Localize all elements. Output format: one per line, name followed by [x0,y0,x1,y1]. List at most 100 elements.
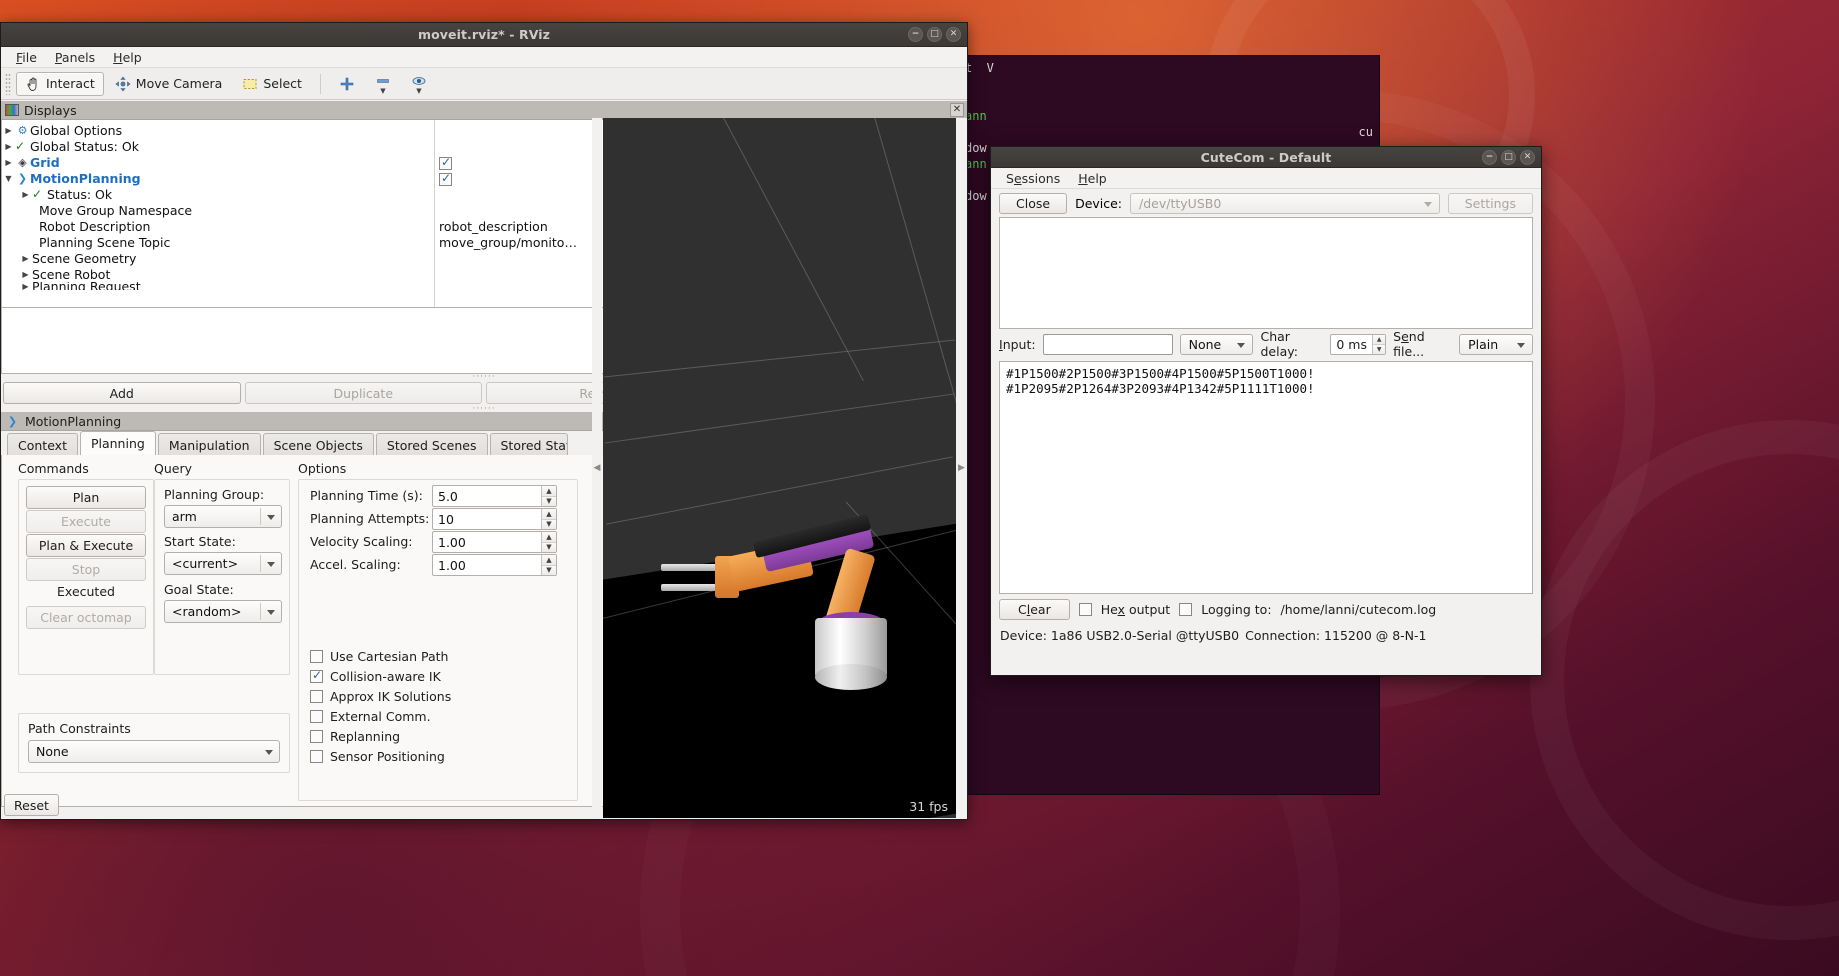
path-constraints-select[interactable]: None [28,740,280,763]
replanning-row[interactable]: Replanning [310,726,451,746]
toolbar-grip[interactable] [5,72,11,95]
cutecom-menubar[interactable]: Sessions Help [991,168,1541,189]
tab-stored-scenes[interactable]: Stored Scenes [375,433,488,455]
move-camera-tool-button[interactable]: Move Camera [106,72,232,96]
tab-manipulation[interactable]: Manipulation [157,433,261,455]
chevron-down-icon[interactable] [267,610,275,615]
close-session-button[interactable]: Close [999,192,1068,214]
duplicate-display-button[interactable]: Duplicate [244,382,482,404]
rviz-menubar[interactable]: File Panels Help [1,47,967,68]
chevron-down-icon[interactable] [267,562,275,567]
add-tool-button[interactable] [330,72,364,96]
tab-scene-objects[interactable]: Scene Objects [262,433,374,455]
menu-help[interactable]: Help [1069,169,1116,188]
chevron-right-icon[interactable]: ▶ [19,270,32,279]
accel-scaling-spinbox[interactable]: 1.00 ▲ ▼ [432,554,557,576]
send-format-select[interactable]: Plain [1459,333,1533,355]
chevron-right-icon[interactable]: ▶ [2,126,15,135]
chevron-right-icon[interactable]: ▶ [2,158,15,167]
minimize-icon[interactable]: − [1482,150,1497,165]
stop-button[interactable]: Stop [26,558,146,581]
chevron-down-icon[interactable] [267,515,275,520]
plan-button[interactable]: Plan [26,486,146,509]
planning-group-select[interactable]: arm [164,505,282,528]
spinner-up-icon[interactable]: ▲ [542,509,556,520]
chevron-down-icon[interactable]: ▼ [2,174,15,183]
planning-time-spinbox[interactable]: 5.0 ▲ ▼ [432,485,557,507]
external-comm-checkbox[interactable] [310,709,323,723]
approx-ik-solutions-checkbox[interactable] [310,689,323,703]
spinner-up-icon[interactable]: ▲ [542,555,556,566]
focus-camera-button[interactable]: ▼ [402,69,436,99]
close-icon[interactable]: ✕ [950,103,964,117]
velocity-scaling-spinbox[interactable]: 1.00 ▲ ▼ [432,531,557,553]
tab-stored-states[interactable]: Stored States [489,433,568,455]
start-state-select[interactable]: <current> [164,552,282,575]
spinner-down-icon[interactable]: ▼ [542,496,556,506]
tab-planning[interactable]: Planning [79,431,156,455]
rviz-window[interactable]: moveit.rviz* - RViz − □ ✕ File Panels He… [0,22,968,820]
spinner-down-icon[interactable]: ▼ [542,542,556,552]
replanning-checkbox[interactable] [310,729,323,743]
collision-aware-ik-row[interactable]: Collision-aware IK [310,666,451,686]
external-comm-row[interactable]: External Comm. [310,706,451,726]
chevron-down-icon[interactable] [1423,201,1432,207]
tab-context[interactable]: Context [7,433,78,455]
spinner-down-icon[interactable]: ▼ [1373,344,1386,354]
execute-button[interactable]: Execute [26,510,146,533]
clear-button[interactable]: Cl ear [999,598,1070,620]
serial-input-field[interactable] [1042,333,1173,355]
maximize-icon[interactable]: □ [927,27,942,42]
chevron-down-icon[interactable] [1516,342,1525,348]
add-display-button[interactable]: Add [3,382,241,404]
maximize-icon[interactable]: □ [1501,150,1516,165]
menu-file[interactable]: File [7,48,46,67]
spinner-buttons[interactable]: ▲ ▼ [541,509,556,529]
hex-output-checkbox[interactable] [1078,602,1092,616]
use-cartesian-path-checkbox[interactable] [310,649,323,663]
line-ending-select[interactable]: None [1179,333,1254,355]
rviz-3d-view[interactable]: 31 fps [603,118,956,818]
sensor-positioning-checkbox[interactable] [310,749,323,763]
cutecom-window[interactable]: CuteCom - Default − □ ✕ Sessions Help Cl… [990,146,1542,676]
serial-log-area[interactable]: #1P1500#2P1500#3P1500#4P1500#5P1500T1000… [999,361,1533,594]
approx-ik-solutions-row[interactable]: Approx IK Solutions [310,686,451,706]
right-splitter[interactable]: ▶ [956,118,967,818]
spinner-buttons[interactable]: ▲ ▼ [541,555,556,575]
left-splitter[interactable]: ◀ [592,118,602,818]
sensor-positioning-row[interactable]: Sensor Positioning [310,746,451,766]
clear-octomap-button[interactable]: Clear octomap [26,606,146,629]
chevron-right-icon[interactable]: ▶ [19,190,32,199]
spinner-buttons[interactable]: ▲ ▼ [1372,334,1386,354]
settings-button[interactable]: Settings [1447,192,1533,214]
spinner-down-icon[interactable]: ▼ [542,519,556,529]
chevron-down-icon[interactable]: ▼ [416,87,421,95]
remove-tool-button[interactable]: ▼ [366,69,400,99]
use-cartesian-path-row[interactable]: Use Cartesian Path [310,646,451,666]
serial-output-area[interactable] [999,217,1533,329]
chevron-right-icon[interactable]: ▶ [19,254,32,263]
chevron-right-icon[interactable]: ▶ [19,282,32,290]
send-file-button[interactable]: Send file... [1393,329,1452,359]
reset-button[interactable]: Reset [4,794,59,816]
menu-help[interactable]: Help [104,48,151,67]
device-select[interactable]: /dev/ttyUSB0 [1130,192,1440,214]
spinner-buttons[interactable]: ▲ ▼ [541,532,556,552]
spinner-buttons[interactable]: ▲ ▼ [541,486,556,506]
tree-item-value[interactable]: robot_description [439,219,548,234]
goal-state-select[interactable]: <random> [164,600,282,623]
char-delay-spinbox[interactable]: 0 ms ▲ ▼ [1330,333,1387,355]
chevron-down-icon[interactable]: ▼ [380,87,385,95]
grid-enabled-checkbox[interactable] [439,155,452,170]
spinner-up-icon[interactable]: ▲ [542,486,556,497]
plan-and-execute-button[interactable]: Plan & Execute [26,534,146,557]
menu-sessions[interactable]: Sessions [997,169,1069,188]
select-tool-button[interactable]: Select [233,72,311,96]
minimize-icon[interactable]: − [908,27,923,42]
motionplanning-enabled-checkbox[interactable] [439,171,452,186]
logging-path[interactable]: /home/lanni/cutecom.log [1281,602,1437,617]
spinner-up-icon[interactable]: ▲ [542,532,556,543]
chevron-down-icon[interactable] [265,750,273,755]
tree-item-value[interactable]: move_group/monito… [439,235,577,250]
interact-tool-button[interactable]: Interact [16,71,104,96]
